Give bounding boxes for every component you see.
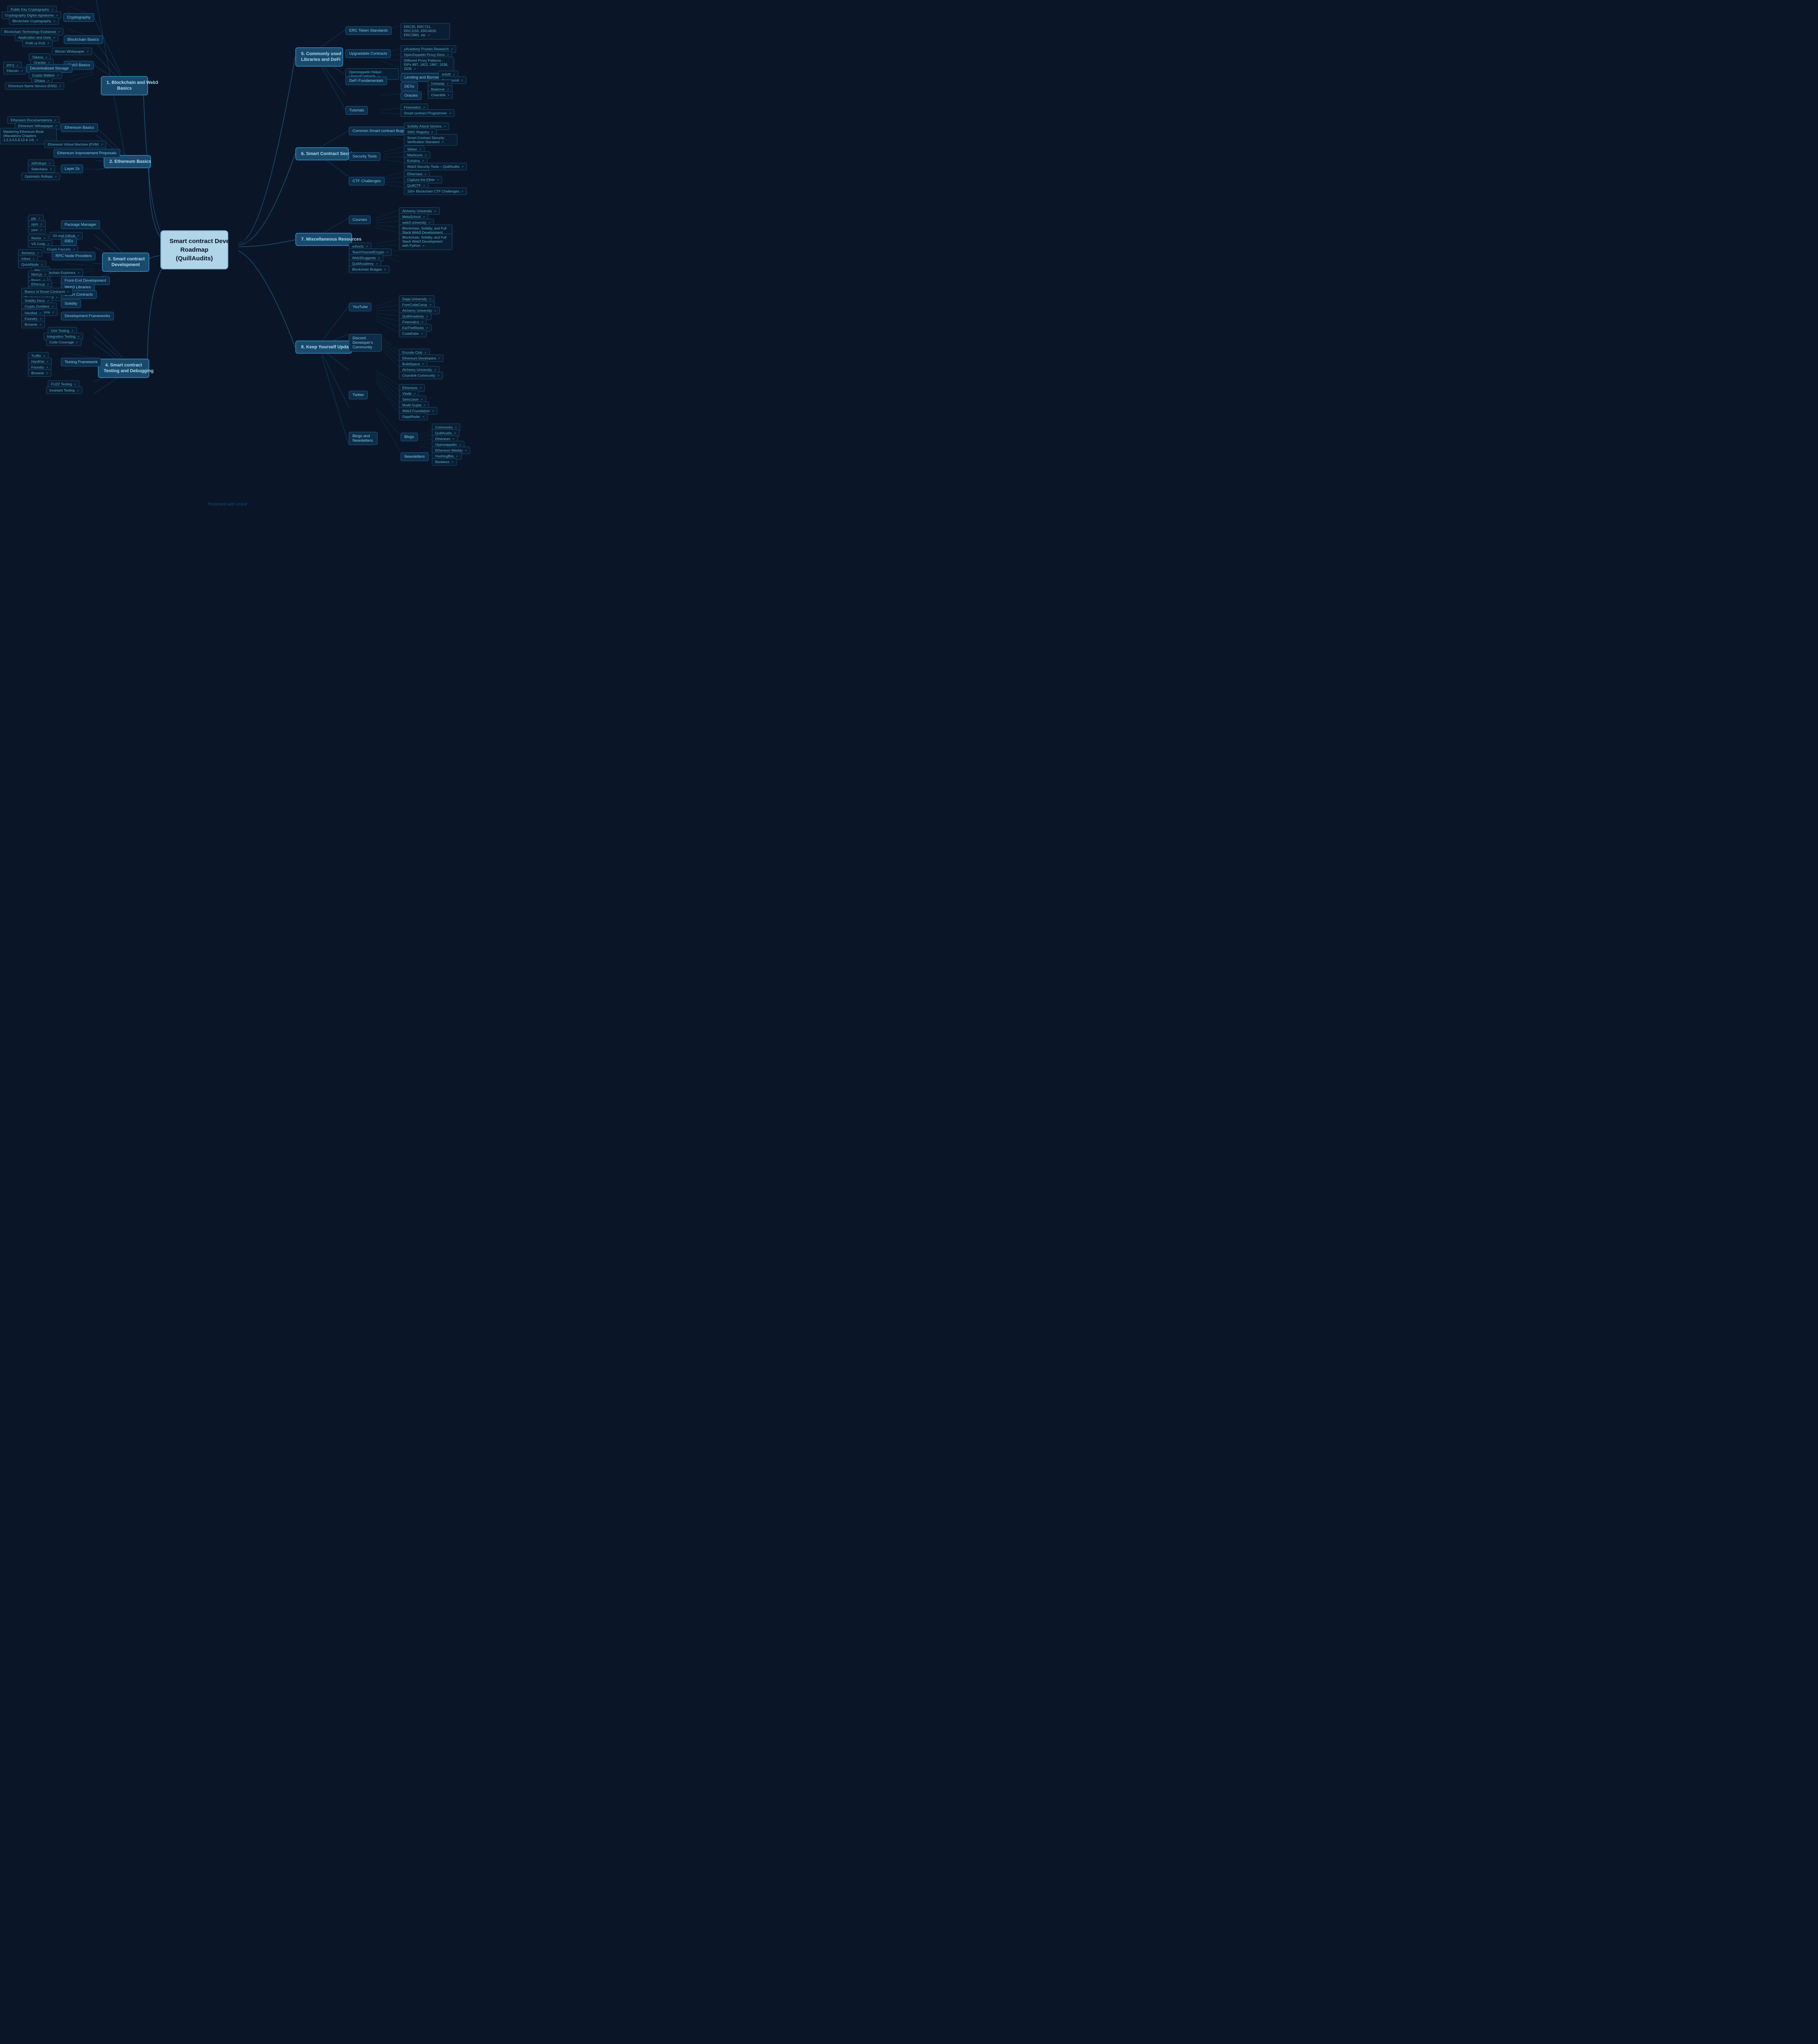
- security-tools-topic: Security Tools: [349, 152, 380, 161]
- central-node: Smart contract Developer'sRoadmap(QuillA…: [160, 230, 228, 269]
- youtube-topic: YouTube: [349, 303, 371, 311]
- section-4: 4. Smart contractTesting and Debugging: [98, 359, 149, 378]
- blockchain-basics-topic: Blockchain Basics: [64, 35, 103, 44]
- cryptography-topic: Cryptography: [63, 13, 94, 22]
- sidechains[interactable]: Sidechans ↗: [28, 165, 55, 173]
- dappradar-twitter[interactable]: DappRadar ↗: [399, 413, 428, 420]
- oracles-defi-topic: Oracles: [401, 91, 422, 100]
- bankless[interactable]: Bankless ↗: [432, 458, 457, 466]
- code-coverage[interactable]: Code Coverage ↗: [46, 338, 81, 346]
- mindmap-canvas: Smart contract Developer'sRoadmap(QuillA…: [0, 0, 454, 511]
- sc-security-verification[interactable]: Smart Contract Security Verification Sta…: [404, 134, 457, 146]
- section-6: 6. Smart Contract Secuirty: [295, 147, 349, 160]
- footer: Presented with xmind: [0, 502, 454, 507]
- section-8: 8. Keep Yourself Updated: [295, 341, 352, 354]
- discord-topic: Discord Developer's Community: [349, 334, 382, 352]
- newsletters-topic: Newsletters: [401, 452, 429, 461]
- ides-topic: IDEs: [61, 237, 77, 246]
- layer2s-topic: Layer 2s: [61, 165, 83, 173]
- blockchain-bridges[interactable]: Blockchain Bridges ↗: [349, 266, 390, 273]
- blockchain-ctf[interactable]: 100+ Blockchain CTF Challenges ↗: [404, 188, 467, 195]
- ens[interactable]: Ethereum Name Service (ENS) ↗: [5, 82, 64, 90]
- section-3: 3. Smart contractDevelopment: [102, 253, 149, 272]
- dexs-topic: DEXs: [401, 82, 418, 91]
- brownie-4[interactable]: Brownie ↗: [28, 369, 51, 377]
- testing-fw-topic: Testing Framework: [61, 358, 101, 366]
- optimistic-rollups[interactable]: Optimistic Rollups ↗: [21, 173, 60, 180]
- rpc-topic: RPC Node Providers: [52, 252, 95, 260]
- solidity-topic: Solidity: [61, 299, 81, 308]
- section-7: 7. Miscellaneous Resources: [295, 233, 352, 246]
- eip-topic: Ethereum Improvement Proposals: [53, 149, 120, 158]
- erc-standards[interactable]: ERC20, ERC721, ERC1155, ERC4626, ERC2981…: [401, 23, 450, 39]
- section-5: 5. Commonly usedLibraries and DeFi: [295, 47, 343, 67]
- ethereum-basics-topic: Ethereum Basics: [61, 123, 98, 132]
- erc-topic: ERC Token Standards: [346, 26, 392, 35]
- courses-topic: Courses: [349, 216, 371, 224]
- dev-frameworks-topic: Development Frameworks: [61, 312, 114, 320]
- filecoin[interactable]: Filecoin ↗: [3, 67, 26, 74]
- brownie[interactable]: Brownie ↗: [21, 321, 45, 328]
- evm[interactable]: Ethereum Virtual Machine (EVM) ↗: [44, 141, 106, 148]
- bitcoin-whitepaper[interactable]: Bitcoin Whitepaper ↗: [52, 48, 92, 55]
- blogs-newsletters-topic: Blogs and Newsletters: [349, 432, 378, 445]
- common-bugs-topic: Common Smart contract Bugs: [349, 127, 408, 135]
- tutorials-topic: Tutorials: [346, 106, 368, 115]
- ctf-topic: CTF Challenges: [349, 177, 385, 185]
- package-manager-topic: Package Manager: [61, 220, 100, 229]
- blogs-topic: Blogs: [401, 433, 418, 441]
- blockchain-python[interactable]: Blockchain, Solidity, and Full Stack Web…: [399, 234, 452, 250]
- codeeater[interactable]: CodeEater ↗: [399, 330, 427, 337]
- section-1: 1. Blockchain and Web3Basics: [101, 76, 148, 95]
- yarn[interactable]: yarn ↗: [28, 226, 46, 234]
- invariant-testing[interactable]: Invariant Testing ↗: [46, 387, 82, 394]
- defi-fundamentals-topic: DeFi Fundamentals: [346, 76, 387, 85]
- upgradable-topic: Upgradable Contracts: [346, 49, 391, 58]
- pow-pos[interactable]: PoW vs PoS ↗: [22, 39, 53, 47]
- web3-security-quillaudits[interactable]: Web3 Security Tools – QuillAudits ↗: [404, 163, 467, 170]
- twitter-topic: Twitter: [349, 391, 368, 399]
- blockchain-crypto[interactable]: Blockchain Cryptography ↗: [9, 17, 59, 25]
- chainlink-community[interactable]: Chainlink Community ↗: [399, 372, 443, 379]
- smart-contract-programmer[interactable]: Smart contract Programmer ↗: [401, 109, 454, 117]
- chainlink-defi[interactable]: Chainlink ↗: [428, 91, 453, 99]
